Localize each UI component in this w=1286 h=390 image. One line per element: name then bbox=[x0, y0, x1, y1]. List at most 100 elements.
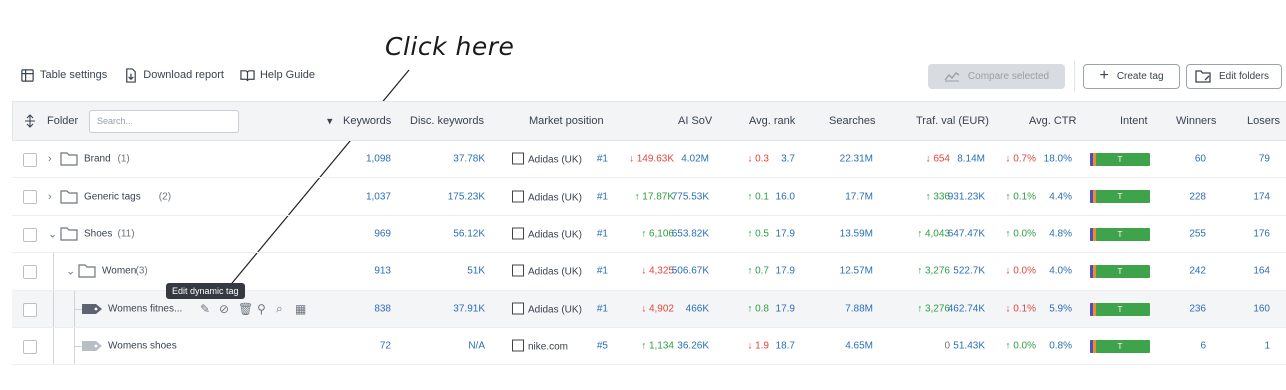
search-icon[interactable]: ⌕ bbox=[276, 301, 283, 316]
row-name[interactable]: Womens shoes bbox=[108, 341, 177, 352]
ai-sov-delta-arrow: ↓ bbox=[641, 303, 649, 315]
market-brand-label: Adidas (UK) bbox=[528, 304, 582, 316]
compare-selected-button[interactable]: Compare selected bbox=[928, 63, 1065, 89]
intent-bar[interactable]: T bbox=[1090, 190, 1150, 204]
market-position-value: #5 bbox=[596, 340, 608, 352]
disc-keywords-value[interactable]: N/A bbox=[468, 341, 485, 352]
row-name[interactable]: Generic tags bbox=[84, 191, 141, 202]
trash-icon[interactable]: 🗑 bbox=[238, 302, 253, 316]
create-tag-button[interactable]: + Create tag bbox=[1083, 63, 1180, 89]
losers-value[interactable]: 176 bbox=[1253, 228, 1270, 239]
winners-value[interactable]: 228 bbox=[1189, 191, 1206, 202]
keywords-value[interactable]: 913 bbox=[374, 266, 391, 277]
sort-desc-icon[interactable]: ▾ bbox=[327, 115, 333, 128]
table-row[interactable]: Womens shoes 72 N/A nike.com #5 ↑ 1,134 36.26K… bbox=[12, 327, 1286, 366]
traf-val-column-header[interactable]: Traf. val (EUR) bbox=[916, 115, 989, 127]
avg-ctr-value: 4.0% bbox=[1049, 265, 1072, 277]
table-row[interactable]: › Generic tags (2) 1,037 175.23K Adidas (UK) #… bbox=[12, 178, 1286, 216]
losers-value[interactable]: 174 bbox=[1253, 191, 1270, 202]
ctr-delta-arrow: ↓ bbox=[1005, 153, 1014, 165]
ai-sov-value: 4.02M bbox=[681, 153, 709, 165]
expand-chevron-icon[interactable]: › bbox=[48, 191, 52, 203]
ctr-delta-arrow: ↓ bbox=[1005, 265, 1014, 277]
rank-delta-arrow: ↑ bbox=[747, 228, 756, 240]
expand-chevron-icon[interactable]: ⌄ bbox=[48, 227, 57, 240]
market-brand-label: Adidas (UK) bbox=[528, 154, 582, 166]
row-checkbox[interactable] bbox=[23, 265, 37, 280]
ai-sov-value: 653.82K bbox=[671, 228, 709, 240]
intent-bar[interactable]: T bbox=[1090, 153, 1150, 166]
market-brand: nike.com bbox=[512, 339, 568, 353]
disc-keywords-value[interactable]: 37.91K bbox=[453, 303, 485, 314]
row-count: (2) bbox=[158, 191, 172, 203]
intent-column-header[interactable]: Intent bbox=[1120, 115, 1148, 127]
binoculars-icon[interactable]: ⚲ bbox=[257, 302, 266, 316]
winners-value[interactable]: 236 bbox=[1189, 303, 1206, 314]
ai-sov-value: 36.26K bbox=[677, 340, 709, 352]
keywords-value[interactable]: 969 bbox=[374, 228, 391, 239]
winners-value[interactable]: 242 bbox=[1189, 266, 1206, 277]
disc-keywords-value[interactable]: 51K bbox=[467, 266, 485, 277]
winners-value[interactable]: 255 bbox=[1189, 228, 1206, 239]
row-checkbox[interactable] bbox=[23, 302, 37, 317]
tag-outline-icon[interactable]: ⊘ bbox=[219, 302, 229, 316]
intent-label: T bbox=[1117, 155, 1123, 164]
expand-chevron-icon[interactable]: › bbox=[48, 153, 52, 165]
folder-icon bbox=[60, 227, 78, 241]
losers-value[interactable]: 79 bbox=[1259, 154, 1270, 165]
disc-keywords-column-header[interactable]: Disc. keywords bbox=[410, 115, 484, 127]
losers-value[interactable]: 160 bbox=[1253, 303, 1270, 314]
disc-keywords-value[interactable]: 175.23K bbox=[448, 191, 485, 202]
market-position-column-header[interactable]: Market position bbox=[529, 115, 604, 127]
keywords-value[interactable]: 72 bbox=[380, 341, 391, 352]
disc-keywords-value[interactable]: 56.12K bbox=[453, 228, 485, 239]
intent-bar[interactable]: T bbox=[1090, 302, 1150, 316]
table-settings-button[interactable]: Table settings bbox=[20, 68, 107, 83]
row-name[interactable]: Women bbox=[102, 266, 136, 277]
ai-sov-value: 466K bbox=[685, 303, 709, 315]
row-checkbox[interactable] bbox=[23, 227, 37, 242]
intent-bar[interactable]: T bbox=[1090, 265, 1150, 279]
intent-bar[interactable]: T bbox=[1090, 227, 1150, 241]
table-row[interactable]: ⌄ Shoes (11) 969 56.12K Adidas (UK) #1 ↑ 6,106 6… bbox=[12, 216, 1286, 254]
traf-delta-arrow: ↑ bbox=[917, 303, 925, 315]
searches-column-header[interactable]: Searches bbox=[829, 115, 875, 127]
table-row[interactable]: › Brand (1) 1,098 37.78K Adidas (UK) #1 ↓ 149.6… bbox=[12, 141, 1286, 179]
row-checkbox[interactable] bbox=[23, 190, 37, 205]
ai-sov-column-header[interactable]: AI SoV bbox=[678, 115, 712, 127]
folder-search-input[interactable]: Search... bbox=[89, 110, 239, 133]
avg-rank-column-header[interactable]: Avg. rank bbox=[749, 115, 795, 127]
traf-delta-arrow: ↑ bbox=[925, 191, 934, 203]
avg-ctr-column-header[interactable]: Avg. CTR bbox=[1029, 115, 1076, 127]
rank-delta-arrow: ↑ bbox=[747, 265, 756, 277]
row-name[interactable]: Shoes bbox=[84, 228, 112, 239]
download-report-button[interactable]: Download report bbox=[123, 67, 224, 83]
disc-keywords-value[interactable]: 37.78K bbox=[453, 154, 485, 165]
expand-chevron-icon[interactable]: ⌄ bbox=[66, 265, 75, 278]
keywords-value[interactable]: 838 bbox=[374, 303, 391, 314]
help-guide-button[interactable]: Help Guide bbox=[240, 68, 315, 83]
losers-value[interactable]: 1 bbox=[1264, 341, 1270, 352]
edit-icon[interactable]: ✎ bbox=[200, 302, 210, 316]
ai-sov-delta: 1,134 bbox=[648, 340, 674, 352]
intent-bar[interactable]: T bbox=[1090, 339, 1150, 353]
avg-rank-value: 17.9 bbox=[775, 303, 795, 315]
edit-folders-button[interactable]: Edit folders bbox=[1186, 63, 1282, 89]
compare-selected-label: Compare selected bbox=[967, 70, 1050, 82]
row-checkbox[interactable] bbox=[23, 339, 37, 354]
keywords-value[interactable]: 1,037 bbox=[366, 191, 391, 202]
row-name[interactable]: Brand bbox=[84, 154, 111, 165]
winners-value[interactable]: 6 bbox=[1200, 341, 1206, 352]
losers-column-header[interactable]: Losers bbox=[1247, 115, 1280, 127]
winners-column-header[interactable]: Winners bbox=[1176, 115, 1216, 127]
row-checkbox[interactable] bbox=[23, 153, 37, 167]
drag-reorder-icon[interactable] bbox=[24, 114, 36, 128]
keywords-column-header[interactable]: Keywords bbox=[343, 115, 391, 127]
winners-value[interactable]: 60 bbox=[1195, 154, 1206, 165]
losers-value[interactable]: 164 bbox=[1253, 266, 1270, 277]
keywords-value[interactable]: 1,098 bbox=[366, 154, 391, 165]
row-count: (11) bbox=[117, 228, 135, 240]
row-name[interactable]: Womens fitnes... bbox=[108, 303, 182, 314]
grid-icon[interactable]: ▦ bbox=[295, 302, 306, 316]
traf-delta: 0 bbox=[944, 340, 950, 352]
